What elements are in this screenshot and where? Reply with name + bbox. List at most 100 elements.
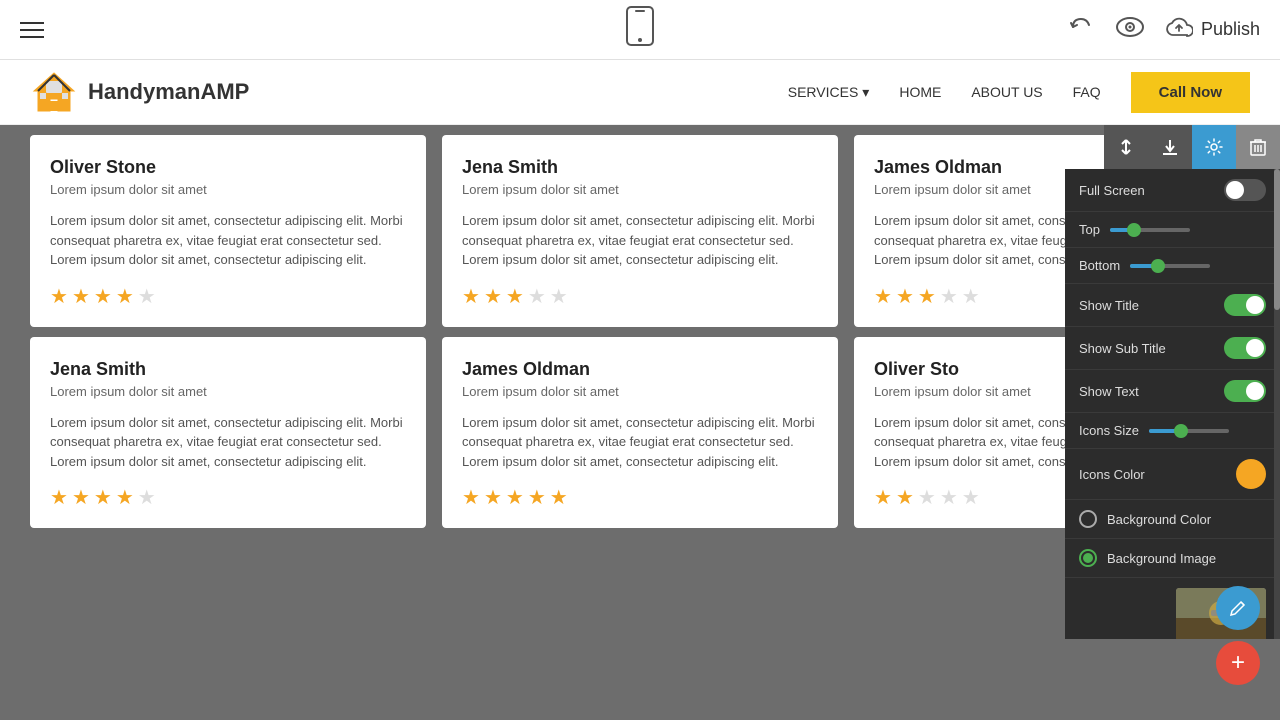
- nav-faq[interactable]: FAQ: [1073, 84, 1101, 100]
- star-5-4: ★: [962, 485, 980, 510]
- iconcolor-picker[interactable]: [1236, 459, 1266, 489]
- star-1-4: ★: [550, 284, 568, 309]
- bottom-label: Bottom: [1079, 258, 1120, 273]
- card-1-name: Jena Smith: [462, 157, 818, 178]
- star-4-4: ★: [550, 485, 568, 510]
- settings-row-bgimage: Background Image: [1065, 539, 1280, 578]
- top-slider-track[interactable]: [1110, 228, 1190, 232]
- card-4: James Oldman Lorem ipsum dolor sit amet …: [442, 337, 838, 529]
- showtitle-toggle[interactable]: [1224, 294, 1266, 316]
- settings-panel: Full Screen Top Bottom: [1065, 169, 1280, 639]
- card-1: Jena Smith Lorem ipsum dolor sit amet Lo…: [442, 135, 838, 327]
- edit-fab[interactable]: [1216, 586, 1260, 630]
- nav-about[interactable]: ABOUT US: [971, 84, 1042, 100]
- add-fab[interactable]: +: [1216, 641, 1260, 685]
- hamburger-menu[interactable]: [20, 22, 44, 38]
- star-0-0: ★: [50, 284, 68, 309]
- star-3-1: ★: [72, 485, 90, 510]
- main-content: Full Screen Top Bottom: [0, 125, 1280, 720]
- settings-row-iconcolor: Icons Color: [1065, 449, 1280, 500]
- card-3: Jena Smith Lorem ipsum dolor sit amet Lo…: [30, 337, 426, 529]
- showsubtitle-label: Show Sub Title: [1079, 341, 1166, 356]
- toolbar-center: [626, 6, 654, 53]
- bgimage-radio[interactable]: [1079, 549, 1097, 567]
- star-0-1: ★: [72, 284, 90, 309]
- site-nav: SERVICES ▾ HOME ABOUT US FAQ Call Now: [788, 72, 1250, 113]
- star-3-2: ★: [94, 485, 112, 510]
- site-header: HandymanAMP SERVICES ▾ HOME ABOUT US FAQ…: [0, 60, 1280, 125]
- add-icon: +: [1231, 651, 1245, 675]
- star-2-1: ★: [896, 284, 914, 309]
- star-1-0: ★: [462, 284, 480, 309]
- bgimage-label: Background Image: [1107, 551, 1266, 566]
- card-4-stars: ★ ★ ★ ★ ★: [462, 485, 818, 510]
- star-5-1: ★: [896, 485, 914, 510]
- settings-row-bgcolor: Background Color: [1065, 500, 1280, 539]
- toolbar-right: Publish: [1067, 13, 1260, 47]
- panel-scrollbar-thumb: [1274, 169, 1280, 310]
- star-3-4: ★: [138, 485, 156, 510]
- publish-label: Publish: [1201, 19, 1260, 40]
- delete-button[interactable]: [1236, 125, 1280, 169]
- iconsize-slider-track[interactable]: [1149, 429, 1229, 433]
- top-slider-thumb[interactable]: [1127, 223, 1141, 237]
- card-0-subtitle: Lorem ipsum dolor sit amet: [50, 182, 406, 197]
- nav-home[interactable]: HOME: [899, 84, 941, 100]
- logo: HandymanAMP: [30, 71, 249, 113]
- star-3-3: ★: [116, 485, 134, 510]
- card-3-stars: ★ ★ ★ ★ ★: [50, 485, 406, 510]
- card-4-text: Lorem ipsum dolor sit amet, consectetur …: [462, 413, 818, 472]
- showtitle-label: Show Title: [1079, 298, 1139, 313]
- top-label: Top: [1079, 222, 1100, 237]
- settings-scroll-area[interactable]: Full Screen Top Bottom: [1065, 169, 1280, 639]
- iconcolor-label: Icons Color: [1079, 467, 1145, 482]
- settings-button[interactable]: [1192, 125, 1236, 169]
- card-0-text: Lorem ipsum dolor sit amet, consectetur …: [50, 211, 406, 270]
- settings-row-top: Top: [1065, 212, 1280, 248]
- download-button[interactable]: [1148, 125, 1192, 169]
- mobile-preview-icon[interactable]: [626, 6, 654, 53]
- card-4-subtitle: Lorem ipsum dolor sit amet: [462, 384, 818, 399]
- card-1-stars: ★ ★ ★ ★ ★: [462, 284, 818, 309]
- star-3-0: ★: [50, 485, 68, 510]
- star-5-0: ★: [874, 485, 892, 510]
- nav-services[interactable]: SERVICES ▾: [788, 84, 870, 101]
- star-2-0: ★: [874, 284, 892, 309]
- card-3-text: Lorem ipsum dolor sit amet, consectetur …: [50, 413, 406, 472]
- iconsize-label: Icons Size: [1079, 423, 1139, 438]
- star-5-2: ★: [918, 485, 936, 510]
- showtext-toggle[interactable]: [1224, 380, 1266, 402]
- settings-row-fullscreen: Full Screen: [1065, 169, 1280, 212]
- card-1-subtitle: Lorem ipsum dolor sit amet: [462, 182, 818, 197]
- settings-row-showsubtitle: Show Sub Title: [1065, 327, 1280, 370]
- settings-row-iconsize: Icons Size: [1065, 413, 1280, 449]
- logo-icon: [30, 71, 78, 113]
- card-0: Oliver Stone Lorem ipsum dolor sit amet …: [30, 135, 426, 327]
- bottom-slider-track[interactable]: [1130, 264, 1210, 268]
- undo-button[interactable]: [1067, 13, 1095, 47]
- star-4-1: ★: [484, 485, 502, 510]
- fullscreen-toggle[interactable]: [1224, 179, 1266, 201]
- star-4-2: ★: [506, 485, 524, 510]
- top-slider-container: [1110, 228, 1266, 232]
- bottom-slider-thumb[interactable]: [1151, 259, 1165, 273]
- star-2-2: ★: [918, 284, 936, 309]
- publish-button[interactable]: Publish: [1165, 17, 1260, 43]
- showtext-label: Show Text: [1079, 384, 1139, 399]
- star-0-3: ★: [116, 284, 134, 309]
- call-now-button[interactable]: Call Now: [1131, 72, 1250, 113]
- iconsize-slider-container: [1149, 429, 1266, 433]
- settings-row-showtitle: Show Title: [1065, 284, 1280, 327]
- toolbar-left: [20, 22, 44, 38]
- iconsize-slider-thumb[interactable]: [1174, 424, 1188, 438]
- card-3-subtitle: Lorem ipsum dolor sit amet: [50, 384, 406, 399]
- star-2-3: ★: [940, 284, 958, 309]
- cloud-icon: [1165, 17, 1193, 43]
- sort-button[interactable]: [1104, 125, 1148, 169]
- bgcolor-radio[interactable]: [1079, 510, 1097, 528]
- preview-button[interactable]: [1115, 16, 1145, 44]
- star-4-3: ★: [528, 485, 546, 510]
- fullscreen-label: Full Screen: [1079, 183, 1145, 198]
- showsubtitle-toggle[interactable]: [1224, 337, 1266, 359]
- star-1-2: ★: [506, 284, 524, 309]
